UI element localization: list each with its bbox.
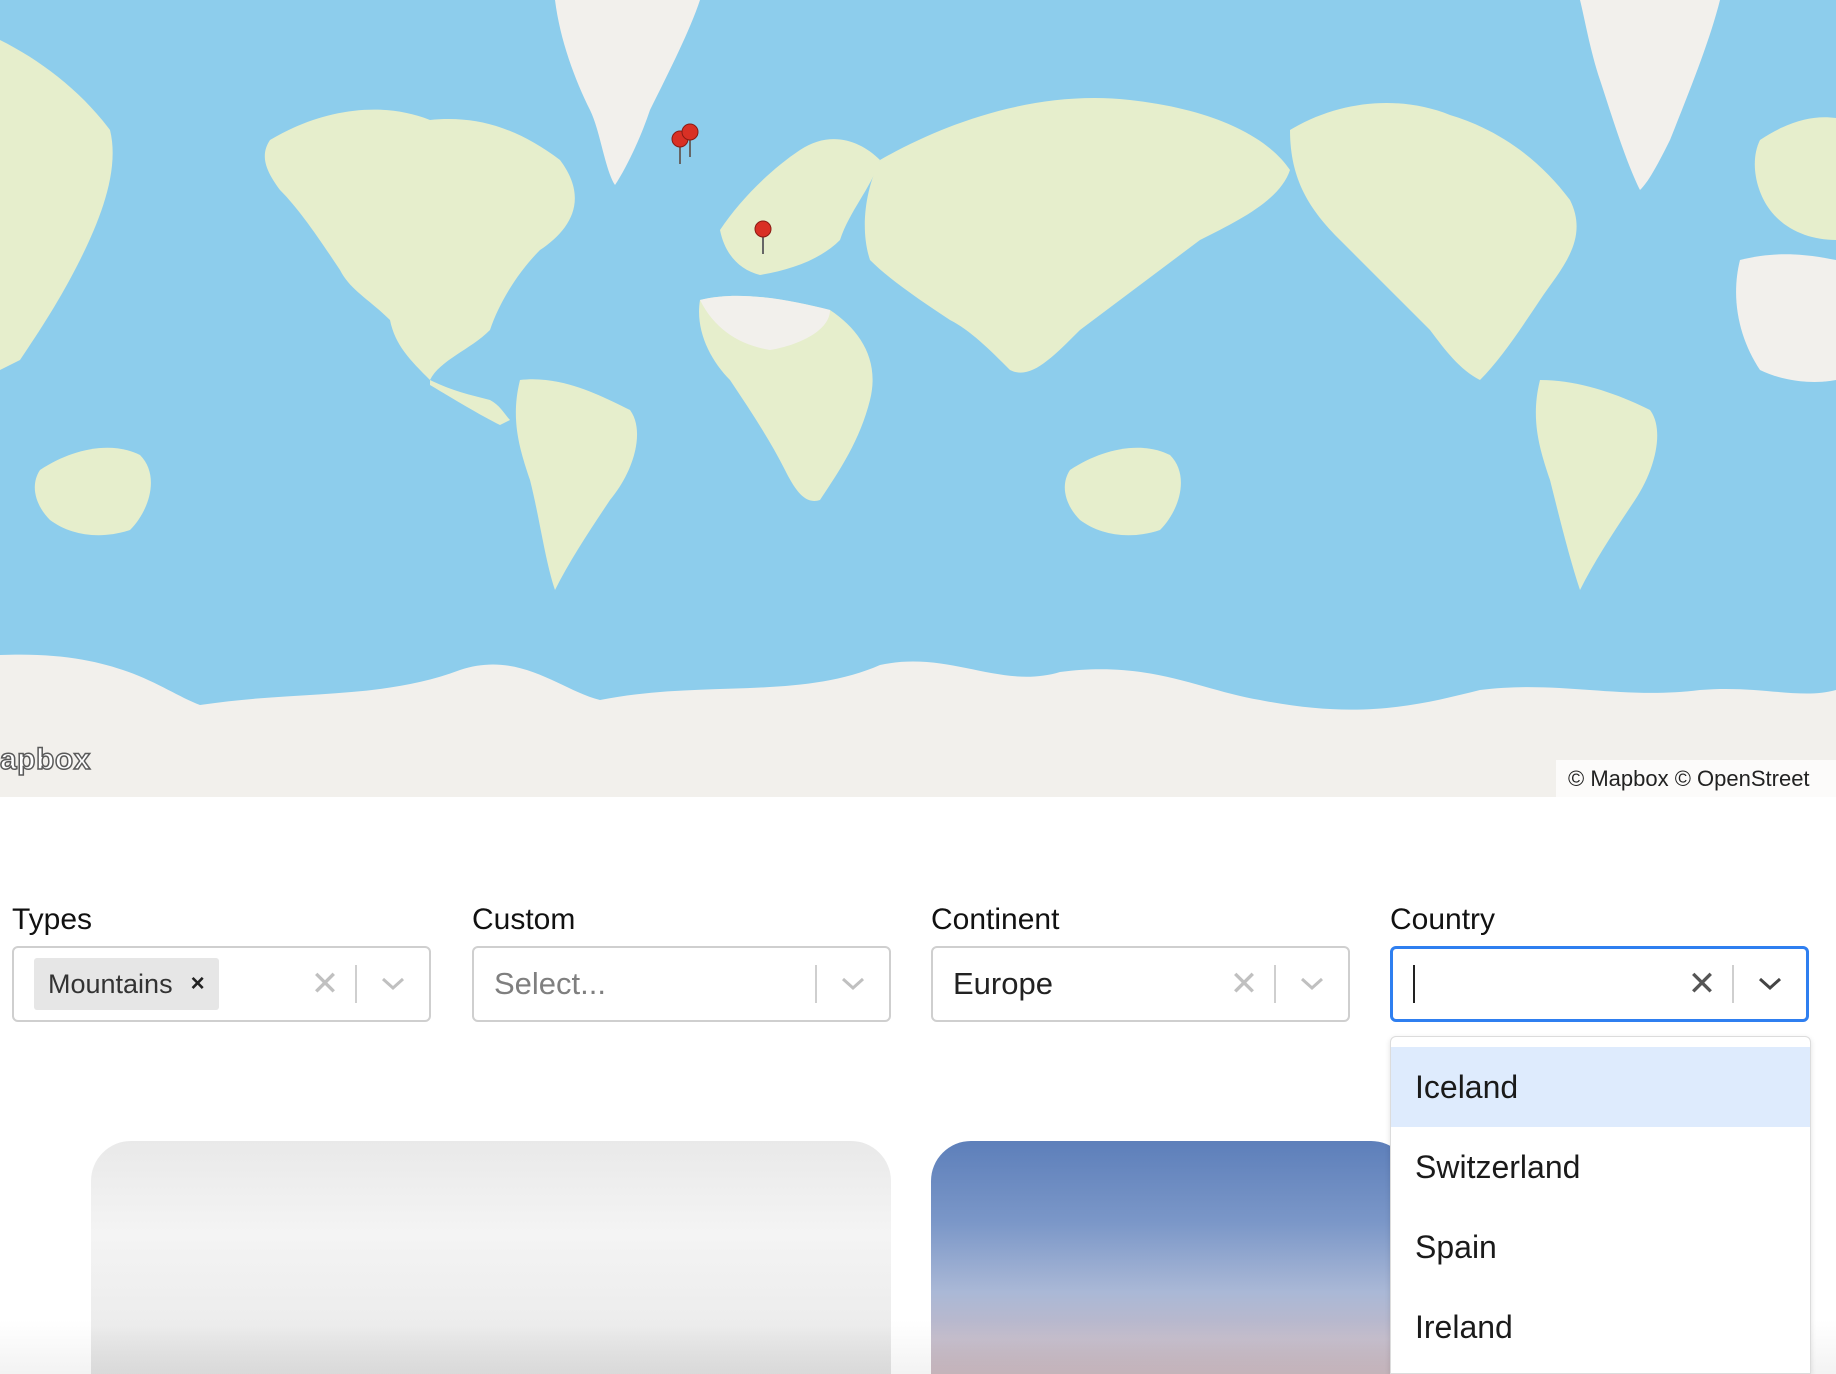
mapbox-logo[interactable]: apbox <box>0 742 91 777</box>
chevron-down-icon[interactable] <box>1734 976 1806 992</box>
country-input[interactable] <box>1393 949 1672 1019</box>
map-tiles <box>0 0 1836 797</box>
map-attribution[interactable]: © Mapbox © OpenStreet <box>1556 760 1836 797</box>
custom-label: Custom <box>472 903 576 936</box>
result-card-image[interactable] <box>931 1141 1411 1374</box>
selected-chip: Mountains × <box>34 958 219 1010</box>
map-marker-pin[interactable] <box>680 123 700 157</box>
chip-label: Mountains <box>48 968 173 999</box>
continent-filter: Continent Europe ✕ <box>931 900 1350 1022</box>
chevron-down-icon[interactable] <box>1276 976 1348 992</box>
types-filter: Types Mountains × ✕ <box>12 900 431 1022</box>
types-label: Types <box>12 903 93 936</box>
option-ireland[interactable]: Ireland <box>1391 1287 1810 1367</box>
custom-filter: Custom Select... <box>472 900 891 1022</box>
option-iceland[interactable]: Iceland <box>1391 1047 1810 1127</box>
option-switzerland[interactable]: Switzerland <box>1391 1127 1810 1207</box>
continent-value: Europe <box>953 966 1053 1001</box>
option-spain[interactable]: Spain <box>1391 1207 1810 1287</box>
chip-remove-icon[interactable]: × <box>191 970 205 998</box>
continent-label: Continent <box>931 903 1060 936</box>
world-map[interactable]: apbox © Mapbox © OpenStreet <box>0 0 1836 797</box>
country-select[interactable]: ✕ <box>1390 946 1809 1022</box>
clear-icon[interactable]: ✕ <box>1214 964 1274 1004</box>
chevron-down-icon[interactable] <box>817 976 889 992</box>
continent-select[interactable]: Europe ✕ <box>931 946 1350 1022</box>
country-label: Country <box>1390 903 1496 936</box>
result-card-image[interactable] <box>91 1141 891 1374</box>
map-marker-pin[interactable] <box>753 220 773 254</box>
text-caret <box>1413 965 1415 1003</box>
custom-placeholder: Select... <box>494 966 606 1001</box>
chevron-down-icon[interactable] <box>357 976 429 992</box>
country-dropdown-menu: Iceland Switzerland Spain Ireland <box>1390 1036 1811 1374</box>
clear-icon[interactable]: ✕ <box>1672 964 1732 1004</box>
clear-icon[interactable]: ✕ <box>295 964 355 1004</box>
country-filter: Country ✕ <box>1390 900 1809 1022</box>
types-select[interactable]: Mountains × ✕ <box>12 946 431 1022</box>
continent-value-area[interactable]: Europe <box>933 948 1214 1020</box>
custom-select[interactable]: Select... <box>472 946 891 1022</box>
types-value-area[interactable]: Mountains × <box>14 948 295 1020</box>
custom-value-area[interactable]: Select... <box>474 948 815 1020</box>
